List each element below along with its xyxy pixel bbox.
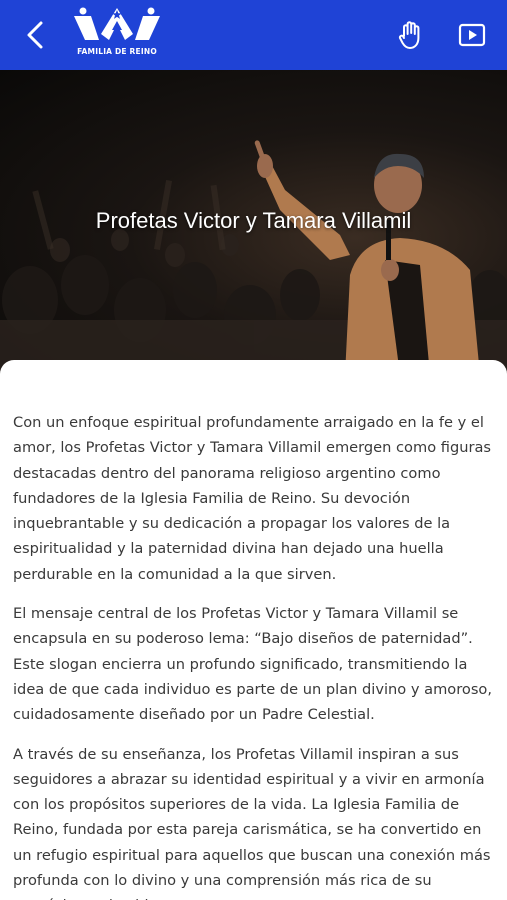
bio-paragraph: El mensaje central de los Profetas Victo… — [13, 605, 492, 724]
bio-paragraph: A través de su enseñanza, los Profetas V… — [13, 745, 491, 900]
play-video-icon — [458, 23, 486, 47]
video-button[interactable] — [455, 19, 489, 51]
hero-title: Profetas Victor y Tamara Villamil — [95, 208, 412, 233]
bio-paragraph: Con un enfoque espiritual profundamente … — [13, 414, 492, 583]
chevron-left-icon — [27, 21, 43, 49]
prayer-hand-button[interactable] — [395, 17, 427, 53]
back-button[interactable] — [18, 17, 52, 53]
logo-text: FAMILIA DE REINO — [77, 47, 157, 56]
hand-icon — [398, 21, 420, 49]
bio-content-card: Con un enfoque espiritual profundamente … — [0, 360, 507, 900]
logo-mark — [74, 7, 160, 40]
top-app-bar: FAMILIA DE REINO — [0, 0, 507, 70]
hero-banner: Profetas Victor y Tamara Villamil — [0, 70, 507, 375]
familia-de-reino-logo: FAMILIA DE REINO — [70, 6, 164, 64]
